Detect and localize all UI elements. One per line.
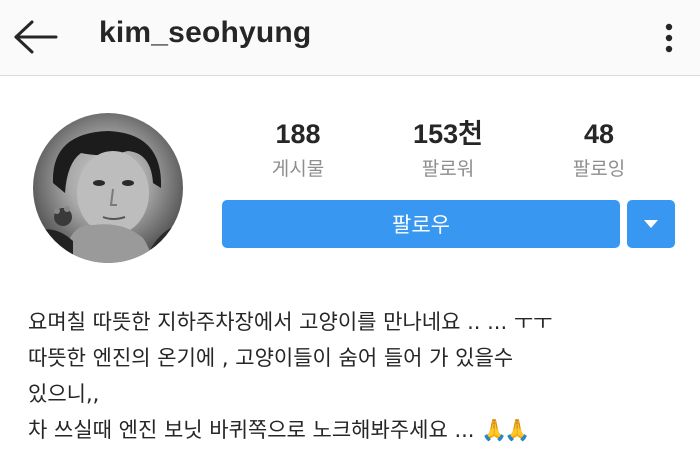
stat-followers[interactable]: 153천 팔로워	[383, 119, 513, 181]
bio-line: 따뜻한 엔진의 온기에 , 고양이들이 숨어 들어 가 있을수	[28, 346, 514, 370]
back-arrow-icon[interactable]	[8, 14, 60, 60]
profile-username: kim_seohyung	[99, 16, 312, 49]
bio-line: 요며칠 따뜻한 지하주차장에서 고양이를 만나네요 .. ... ㅜㅜ	[28, 310, 553, 334]
profile-bio: 요며칠 따뜻한 지하주차장에서 고양이를 만나네요 .. ... ㅜㅜ 따뜻한 …	[28, 304, 688, 448]
follow-button[interactable]: 팔로우	[222, 200, 620, 248]
stat-posts[interactable]: 188 게시물	[233, 119, 363, 181]
posts-label: 게시물	[271, 158, 325, 180]
top-bar: kim_seohyung	[0, 0, 700, 76]
posts-count: 188	[275, 119, 321, 149]
bio-line-text: 차 쓰실때 엔진 보닛 바퀴쪽으로 노크해봐주세요 ...	[28, 418, 475, 442]
followers-count: 153천	[413, 119, 483, 149]
more-options-icon[interactable]	[656, 18, 682, 58]
suggestions-dropdown-button[interactable]	[627, 200, 675, 248]
praying-hands-emoji: 🙏🙏	[481, 418, 530, 442]
stat-following[interactable]: 48 팔로잉	[534, 119, 664, 181]
profile-avatar[interactable]	[33, 113, 183, 263]
following-count: 48	[583, 119, 615, 149]
bio-line: 있으니,,	[28, 382, 100, 406]
bio-line: 차 쓰실때 엔진 보닛 바퀴쪽으로 노크해봐주세요 ... 🙏🙏	[28, 412, 688, 448]
triangle-down-icon	[644, 220, 658, 228]
following-label: 팔로잉	[572, 158, 626, 180]
followers-label: 팔로워	[421, 158, 475, 180]
